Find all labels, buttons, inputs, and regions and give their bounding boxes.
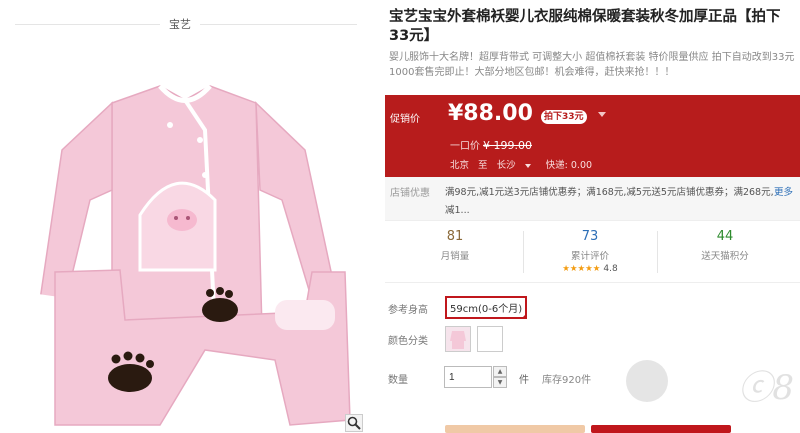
color-label: 颜色分类 — [388, 336, 428, 347]
ship-to-selector[interactable]: 长沙 — [497, 160, 537, 171]
watermark: ⓒ8 — [738, 368, 794, 408]
quantity-down-button[interactable]: ▼ — [493, 377, 507, 388]
color-option-pink[interactable] — [445, 326, 471, 352]
original-price-label: 一口价 — [450, 141, 480, 152]
star-icons: ★★★★★ — [562, 264, 601, 274]
stat-number: 44 — [716, 229, 734, 244]
divider — [657, 231, 658, 273]
divider — [523, 231, 524, 273]
buy-now-button[interactable] — [445, 425, 585, 433]
shop-coupons: 店铺优惠 满98元,减1元送3元店铺优惠券；满168元,减5元送5元店铺优惠券；… — [385, 177, 800, 221]
shipping-fee: 快递: 0.00 — [545, 160, 593, 171]
quantity-unit: 件 — [519, 375, 529, 386]
promo-price: ¥88.00 — [448, 101, 533, 126]
coupon-more-link[interactable]: 更多 — [774, 184, 793, 198]
coupon-label: 店铺优惠 — [390, 188, 430, 199]
product-photo — [37, 84, 351, 426]
product-subtitle: 婴儿服饰十大名牌！超厚背带式 可调整大小 超值棉袄套装 特价限量供应 拍下自动改… — [389, 52, 795, 78]
quantity-up-button[interactable]: ▲ — [493, 366, 507, 377]
rating-score: 4.8 — [603, 264, 618, 274]
watermark-logo — [626, 360, 668, 402]
rating-stars-row: ★★★★★ 4.8 — [540, 264, 640, 274]
stat-reviews[interactable]: 73 累计评价 ★★★★★ 4.8 — [540, 229, 640, 274]
ship-to-city: 长沙 — [496, 160, 516, 171]
caret-down-icon — [524, 163, 531, 168]
size-label: 参考身高 — [388, 305, 428, 316]
stats-bar: 81 月销量 73 累计评价 ★★★★★ 4.8 44 送天猫积分 — [385, 221, 800, 283]
quantity-input[interactable] — [444, 366, 492, 388]
original-price-row: 一口价 ¥ 199.00 — [450, 137, 532, 152]
zoom-button[interactable] — [345, 414, 363, 432]
promo-price-box: 促销价 ¥88.00 拍下33元 一口价 ¥ 199.00 北京 至 长沙 快递:… — [385, 95, 800, 177]
ship-to-label: 至 — [478, 160, 488, 171]
original-price: ¥ 199.00 — [483, 139, 532, 152]
ship-from: 北京 — [450, 160, 470, 171]
product-image-panel: 宝艺 — [0, 0, 372, 433]
shipping-row: 北京 至 长沙 快递: 0.00 — [450, 157, 598, 171]
stat-label: 累计评价 — [570, 251, 609, 262]
promo-label: 促销价 — [390, 114, 420, 125]
stat-label: 月销量 — [440, 251, 470, 262]
stat-monthly-sales: 81 月销量 — [405, 229, 505, 262]
stat-number: 81 — [446, 229, 464, 244]
add-to-cart-button[interactable] — [591, 425, 731, 433]
stat-number: 73 — [581, 229, 599, 244]
magnifier-icon — [347, 416, 361, 430]
color-option-2[interactable] — [477, 326, 503, 352]
price-badge[interactable]: 拍下33元 — [541, 110, 587, 124]
stat-points: 44 送天猫积分 — [675, 229, 775, 262]
stat-label: 送天猫积分 — [701, 251, 749, 262]
product-title: 宝艺宝宝外套棉袄婴儿衣服纯棉保暖套装秋冬加厚正品【拍下33元】 — [389, 9, 781, 44]
quantity-label: 数量 — [388, 375, 408, 386]
size-option-selected[interactable]: 59cm(0-6个月) — [445, 296, 528, 319]
chevron-down-icon[interactable] — [598, 112, 606, 117]
color-thumbnail — [450, 331, 466, 349]
coupon-text: 满98元,减1元送3元店铺优惠券；满168元,减5元送5元店铺优惠券；满268元… — [445, 187, 774, 216]
stock-count: 库存920件 — [542, 375, 592, 386]
